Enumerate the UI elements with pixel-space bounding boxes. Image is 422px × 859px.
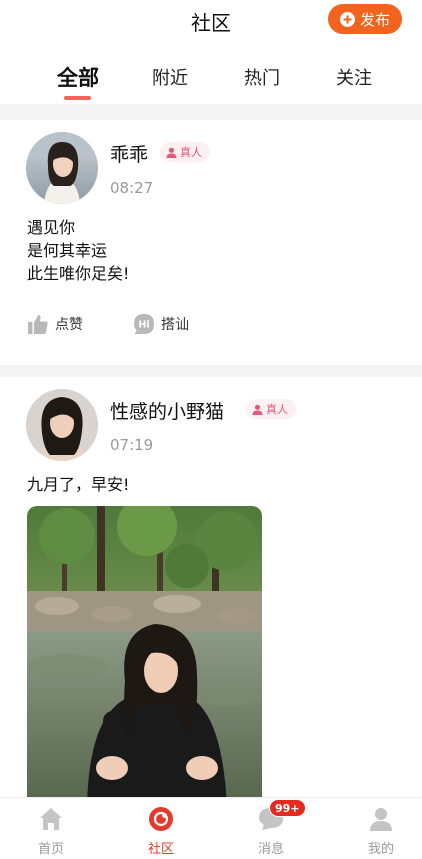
post-text: 遇见你 是何其幸运 此生唯你足矣! [27, 216, 129, 285]
nav-community[interactable]: 社区 [121, 798, 201, 859]
divider [0, 104, 422, 120]
chat-up-label: 搭讪 [161, 317, 189, 333]
top-header: 社区 发布 [0, 0, 422, 44]
avatar[interactable] [26, 132, 98, 204]
bottom-navigation: 首页 社区 99+ 消息 我的 [0, 797, 422, 859]
community-icon [148, 806, 174, 832]
nav-home-label: 首页 [37, 842, 64, 857]
post-photo[interactable] [27, 506, 262, 806]
tab-nearby[interactable]: 附近 [152, 64, 188, 90]
post-text-line: 是何其幸运 [27, 241, 108, 260]
community-screen: 社区 发布 全部 附近 热门 关注 乖乖 真人 08:27 遇见你 是何其幸运 … [0, 0, 422, 859]
person-icon [166, 147, 177, 158]
post-text-line: 此生唯你足矣! [27, 264, 130, 283]
nav-profile-label: 我的 [367, 842, 394, 857]
tab-all[interactable]: 全部 [57, 62, 99, 92]
divider [0, 365, 422, 377]
tab-active-indicator [64, 96, 91, 100]
like-button[interactable]: 点赞 [27, 313, 83, 335]
person-icon [252, 404, 263, 415]
post-text-line: 遇见你 [27, 218, 76, 237]
post-time: 07:19 [110, 436, 154, 454]
tab-hot[interactable]: 热门 [244, 64, 280, 90]
hi-bubble-icon: Hi [134, 314, 154, 334]
avatar[interactable] [26, 389, 98, 461]
unread-count-badge: 99+ [269, 799, 306, 817]
post-card[interactable]: 乖乖 真人 08:27 遇见你 是何其幸运 此生唯你足矣! 点赞 Hi 搭讪 [0, 120, 422, 365]
nav-community-label: 社区 [147, 842, 174, 857]
publish-button[interactable]: 发布 [328, 4, 402, 34]
like-label: 点赞 [55, 317, 83, 333]
post-time: 08:27 [110, 179, 154, 197]
plus-icon [339, 11, 355, 27]
message-icon: 99+ [258, 799, 306, 832]
post-nickname[interactable]: 性感的小野猫 [110, 397, 224, 424]
nav-profile[interactable]: 我的 [341, 798, 421, 859]
chat-up-button[interactable]: Hi 搭讪 [133, 313, 189, 335]
verified-badge: 真人 [246, 399, 296, 419]
nav-messages-label: 消息 [257, 842, 284, 857]
verified-badge: 真人 [160, 142, 210, 162]
nav-messages[interactable]: 99+ 消息 [231, 798, 311, 859]
feed-tabs: 全部 附近 热门 关注 [0, 44, 422, 104]
hi-bubble-text: Hi [138, 320, 149, 331]
post-text-line: 九月了，早安! [27, 475, 130, 494]
tab-following[interactable]: 关注 [336, 64, 372, 90]
post-nickname[interactable]: 乖乖 [110, 140, 148, 167]
home-icon [38, 806, 64, 832]
publish-label: 发布 [359, 10, 390, 29]
nav-home[interactable]: 首页 [11, 798, 91, 859]
post-text: 九月了，早安! [27, 473, 129, 496]
verified-badge-label: 真人 [266, 403, 288, 416]
thumbs-up-icon [28, 315, 48, 334]
verified-badge-label: 真人 [180, 146, 202, 159]
profile-icon [368, 806, 394, 832]
